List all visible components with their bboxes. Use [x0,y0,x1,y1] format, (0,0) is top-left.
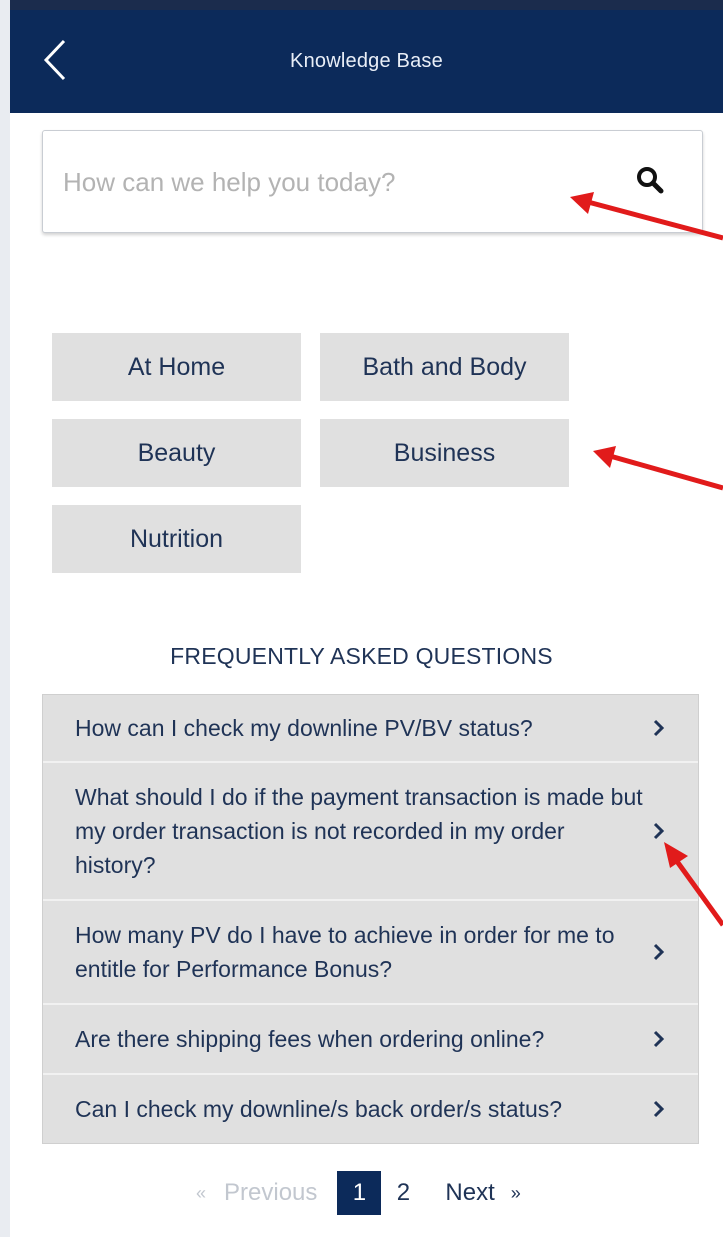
faq-list: How can I check my downline PV/BV status… [42,694,699,1144]
category-label: Business [393,438,496,467]
back-button[interactable] [38,36,74,84]
next-page-link[interactable]: Next » [445,1179,520,1207]
chevron-right-icon [653,719,665,737]
faq-question: How can I check my downline PV/BV status… [75,715,533,741]
search-input[interactable] [63,159,603,205]
faq-question: How many PV do I have to achieve in orde… [75,922,615,982]
faq-item[interactable]: Are there shipping fees when ordering on… [43,1005,698,1075]
next-label: Next [445,1179,495,1206]
chevron-right-icon [653,943,665,961]
page-2-button[interactable]: 2 [381,1171,425,1215]
double-chevron-left-icon: « [196,1182,207,1203]
search-button[interactable] [631,161,671,201]
chevron-right-icon [653,822,665,840]
status-bar [0,0,723,10]
faq-question: Are there shipping fees when ordering on… [75,1026,545,1052]
chevron-right-icon [653,1030,665,1048]
category-bath-and-body[interactable]: Bath and Body [320,333,569,401]
annotation-arrow [593,446,723,491]
faq-question: Can I check my downline/s back order/s s… [75,1096,563,1122]
previous-page-link: « Previous [196,1179,317,1207]
category-nutrition[interactable]: Nutrition [52,505,301,573]
category-label: Nutrition [129,524,224,553]
faq-item[interactable]: Can I check my downline/s back order/s s… [43,1075,698,1143]
faq-item[interactable]: What should I do if the payment transact… [43,763,698,901]
category-business[interactable]: Business [320,419,569,487]
page-title: Knowledge Base [290,50,443,72]
page-1-button[interactable]: 1 [337,1171,382,1215]
chevron-right-icon [653,1100,665,1118]
category-beauty[interactable]: Beauty [52,419,301,487]
chevron-left-icon [43,39,66,81]
search-box [42,130,703,233]
category-label: Bath and Body [362,352,527,381]
category-at-home[interactable]: At Home [52,333,301,401]
previous-label: Previous [224,1179,318,1206]
faq-item[interactable]: How many PV do I have to achieve in orde… [43,901,698,1005]
app-screen: Knowledge Base At Home Bath and Body Bea… [0,0,723,1237]
faq-question: What should I do if the payment transact… [75,784,643,878]
faq-item[interactable]: How can I check my downline PV/BV status… [43,695,698,763]
pagination: « Previous 1 2 Next » [196,1170,521,1216]
faq-heading: FREQUENTLY ASKED QUESTIONS [170,643,553,669]
app-header: Knowledge Base [10,10,723,113]
category-label: Beauty [137,438,216,467]
left-edge [0,0,10,1237]
double-chevron-right-icon: » [510,1182,521,1203]
category-label: At Home [127,352,226,381]
search-icon [637,167,664,194]
